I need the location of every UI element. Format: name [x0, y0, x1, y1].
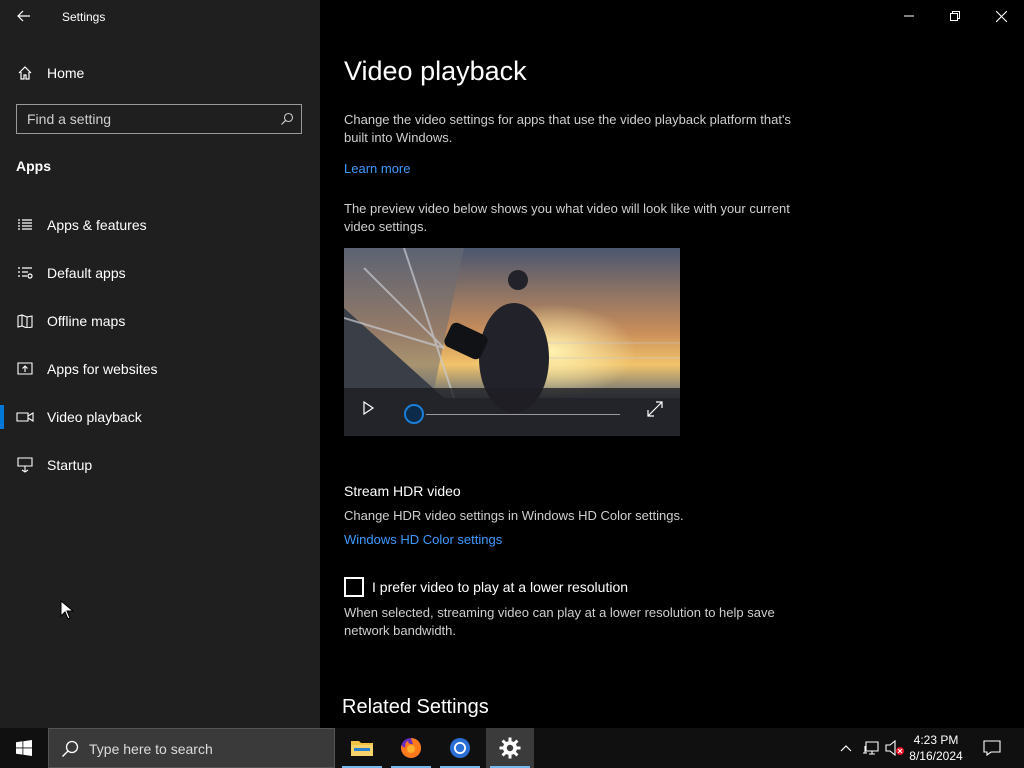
sidebar-item-startup[interactable]: Startup — [0, 445, 320, 485]
learn-more-link[interactable]: Learn more — [344, 161, 410, 176]
sidebar-item-label: Video playback — [47, 409, 142, 425]
close-button[interactable] — [978, 0, 1024, 32]
sidebar-item-offline-maps[interactable]: Offline maps — [0, 301, 320, 341]
window-controls — [886, 0, 1024, 32]
network-icon — [863, 741, 879, 755]
close-icon — [995, 10, 1007, 22]
minimize-icon — [904, 15, 914, 17]
sidebar-item-label: Default apps — [47, 265, 126, 281]
title-bar: Settings — [0, 0, 320, 32]
selection-indicator — [0, 405, 4, 429]
video-seek-track[interactable] — [426, 414, 620, 415]
section-title-apps: Apps — [16, 158, 51, 174]
clock-date: 8/16/2024 — [909, 749, 963, 763]
restore-button[interactable] — [932, 0, 978, 32]
taskbar-chrome[interactable] — [436, 728, 484, 768]
related-settings-title: Related Settings — [342, 696, 489, 718]
page-title: Video playback — [344, 56, 527, 86]
play-icon[interactable] — [360, 400, 376, 416]
sidebar-item-video-playback[interactable]: Video playback — [0, 397, 320, 437]
back-button[interactable] — [10, 4, 38, 28]
minimize-button[interactable] — [886, 0, 932, 32]
clock-time: 4:23 PM — [913, 733, 959, 747]
hdr-section-title: Stream HDR video — [344, 483, 461, 499]
default-apps-icon — [16, 264, 34, 282]
settings-search-box[interactable] — [16, 104, 302, 134]
list-icon — [16, 216, 34, 234]
show-hidden-icons-button[interactable] — [836, 728, 856, 768]
low-resolution-label[interactable]: I prefer video to play at a lower resolu… — [372, 579, 628, 595]
settings-icon — [499, 737, 521, 759]
file-explorer-icon — [351, 741, 373, 756]
taskbar: Type here to search 4:23 PM 8/16/2024 — [0, 728, 1024, 768]
home-icon — [16, 64, 34, 82]
nav-home-label: Home — [47, 65, 85, 81]
volume-tray-button[interactable] — [884, 728, 906, 768]
sidebar-item-label: Startup — [47, 457, 93, 473]
sidebar-item-label: Offline maps — [47, 313, 126, 329]
settings-search-input[interactable] — [17, 105, 277, 133]
low-resolution-description: When selected, streaming video can play … — [344, 605, 775, 638]
page-description: Change the video settings for apps that … — [344, 112, 791, 145]
firefox-icon — [401, 737, 422, 758]
fullscreen-icon[interactable] — [646, 400, 664, 418]
sidebar-item-label: Apps & features — [47, 217, 147, 233]
notification-icon — [983, 740, 1001, 756]
action-center-button[interactable] — [978, 728, 1006, 768]
sidebar-item-apps-features[interactable]: Apps & features — [0, 205, 320, 245]
network-tray-button[interactable] — [860, 728, 882, 768]
mouse-cursor-icon — [60, 600, 74, 620]
back-arrow-icon — [17, 10, 30, 22]
chevron-up-icon — [840, 745, 852, 752]
sidebar-item-apps-for-websites[interactable]: Apps for websites — [0, 349, 320, 389]
search-icon — [62, 740, 79, 757]
hdr-description: Change HDR video settings in Windows HD … — [344, 508, 684, 523]
map-icon — [16, 312, 34, 330]
search-icon[interactable] — [280, 112, 294, 126]
volume-muted-icon — [885, 740, 904, 756]
sidebar-item-label: Apps for websites — [47, 361, 158, 377]
preview-description: The preview video below shows you what v… — [344, 201, 790, 234]
app-title: Settings — [62, 10, 106, 24]
taskbar-settings[interactable] — [486, 728, 534, 768]
startup-icon — [16, 456, 34, 474]
taskbar-file-explorer[interactable] — [338, 728, 386, 768]
taskbar-clock[interactable]: 4:23 PM 8/16/2024 — [904, 732, 968, 764]
taskbar-search-placeholder: Type here to search — [89, 741, 213, 757]
start-button[interactable] — [0, 728, 48, 768]
low-resolution-checkbox[interactable] — [344, 577, 364, 597]
video-seek-thumb[interactable] — [404, 404, 424, 424]
hd-color-settings-link[interactable]: Windows HD Color settings — [344, 532, 502, 547]
video-icon — [16, 408, 34, 426]
windows-logo-icon — [16, 740, 32, 756]
chrome-icon — [450, 738, 470, 758]
sidebar-item-default-apps[interactable]: Default apps — [0, 253, 320, 293]
main-content: Video playback Change the video settings… — [320, 0, 1024, 728]
low-resolution-option[interactable]: I prefer video to play at a lower resolu… — [344, 576, 628, 598]
video-controls — [344, 388, 680, 436]
video-preview[interactable] — [344, 248, 680, 436]
taskbar-search-box[interactable]: Type here to search — [48, 728, 335, 768]
taskbar-firefox[interactable] — [387, 728, 435, 768]
open-in-icon — [16, 360, 34, 378]
sidebar: Settings Home Apps Apps & features Defau… — [0, 0, 320, 728]
restore-icon — [950, 11, 960, 21]
nav-home[interactable]: Home — [0, 58, 320, 88]
